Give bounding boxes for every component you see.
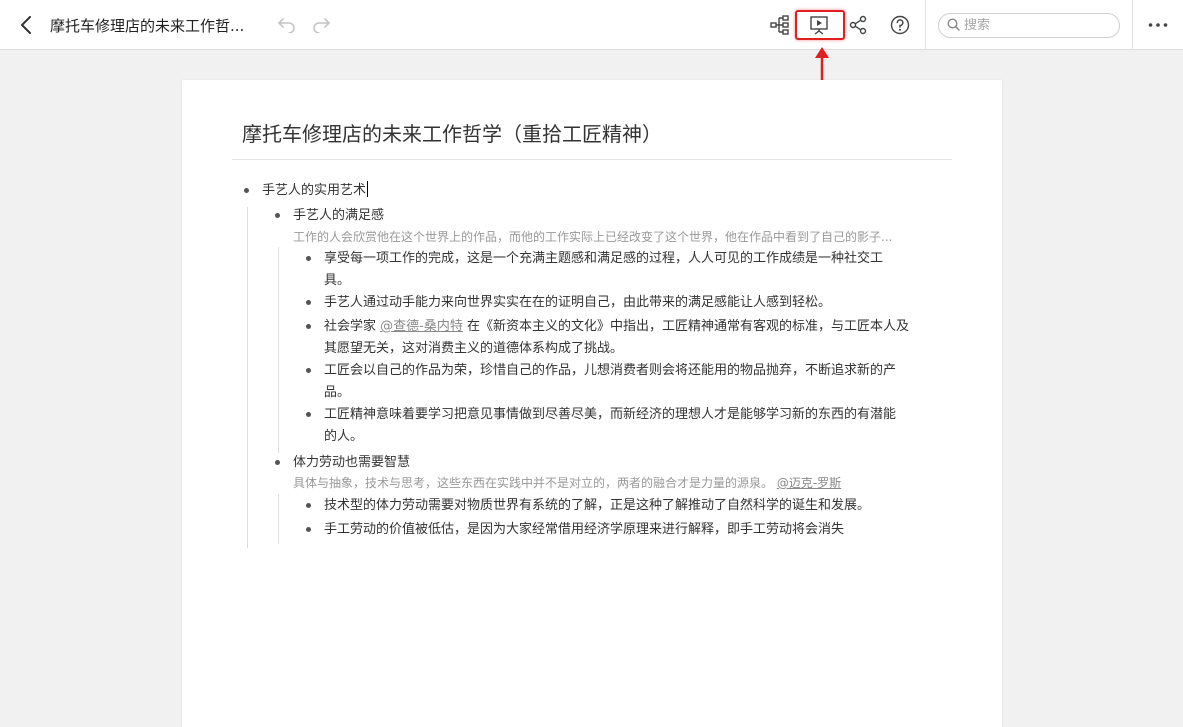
item-bullet[interactable] [306, 503, 311, 508]
list-item[interactable]: 手艺人通过动手能力来向世界实实在在的证明自己，由此带来的满足感能让人感到轻松。 [324, 292, 831, 314]
section-bullet[interactable] [275, 213, 280, 218]
item-bullet[interactable] [306, 324, 311, 329]
section-bullet[interactable] [275, 460, 280, 465]
toolbar-divider [1132, 0, 1133, 50]
list-item[interactable]: 社会学家 @查德-桑内特 在《新资本主义的文化》中指出，工匠精神通常有客观的标准… [324, 316, 909, 360]
indent-guide [247, 207, 248, 548]
section-note[interactable]: 具体与抽象，技术与思考，这些东西在实践中并不是对立的，两者的融合才是力量的源泉。… [293, 474, 841, 492]
list-item[interactable]: 手工劳动的价值被低估，是因为大家经常借用经济学原理来进行解释，即手工劳动将会消失 [324, 519, 844, 541]
search-box[interactable] [938, 13, 1120, 38]
list-item[interactable]: 工匠精神意味着要学习把意见事情做到尽善尽美，而新经济的理想人才是能够学习新的东西… [324, 404, 896, 448]
indent-guide [278, 247, 279, 453]
toolbar-divider [925, 0, 926, 50]
outline-root[interactable]: 手艺人的实用艺术 [262, 180, 369, 202]
indent-guide [278, 494, 279, 544]
search-input[interactable] [964, 18, 1114, 33]
share-icon[interactable] [846, 13, 870, 37]
section-heading[interactable]: 体力劳动也需要智慧 [293, 452, 410, 474]
text-cursor [367, 181, 369, 197]
document-page: 摩托车修理店的未来工作哲学（重拾工匠精神） 手艺人的实用艺术 手艺人的满足感 工… [182, 80, 1002, 727]
mindmap-icon[interactable] [768, 13, 792, 37]
list-item[interactable]: 技术型的体力劳动需要对物质世界有系统的了解，正是这种了解推动了自然科学的诞生和发… [324, 495, 870, 517]
back-arrow-icon[interactable] [14, 13, 38, 37]
redo-icon[interactable] [310, 13, 332, 37]
list-item[interactable]: 享受每一项工作的完成，这是一个充满主题感和满足感的过程，人人可见的工作成绩是一种… [324, 248, 883, 292]
item-bullet[interactable] [306, 527, 311, 532]
title-divider [232, 159, 952, 160]
item-bullet[interactable] [306, 368, 311, 373]
mention-link[interactable]: @查德-桑内特 [380, 319, 463, 334]
search-icon [947, 16, 960, 35]
presentation-highlight-box [795, 10, 845, 40]
more-icon[interactable] [1146, 17, 1170, 33]
mention-link[interactable]: @迈克-罗斯 [777, 476, 841, 490]
page-title: 摩托车修理店的未来工作哲学（重拾工匠精神） [242, 122, 662, 146]
item-bullet[interactable] [306, 256, 311, 261]
undo-icon[interactable] [276, 13, 298, 37]
help-icon[interactable] [888, 13, 912, 37]
list-item[interactable]: 工匠会以自己的作品为荣，珍惜自己的作品，儿想消费者则会将还能用的物品抛弃，不断追… [324, 360, 896, 404]
section-heading[interactable]: 手艺人的满足感 [293, 205, 384, 227]
top-toolbar: 摩托车修理店的未来工作哲... [0, 0, 1183, 50]
item-bullet[interactable] [306, 412, 311, 417]
item-bullet[interactable] [306, 300, 311, 305]
section-note[interactable]: 工作的人会欣赏他在这个世界上的作品，而他的工作实际上已经改变了这个世界，他在作品… [293, 228, 892, 246]
root-bullet[interactable] [244, 188, 249, 193]
document-title: 摩托车修理店的未来工作哲... [50, 17, 245, 35]
